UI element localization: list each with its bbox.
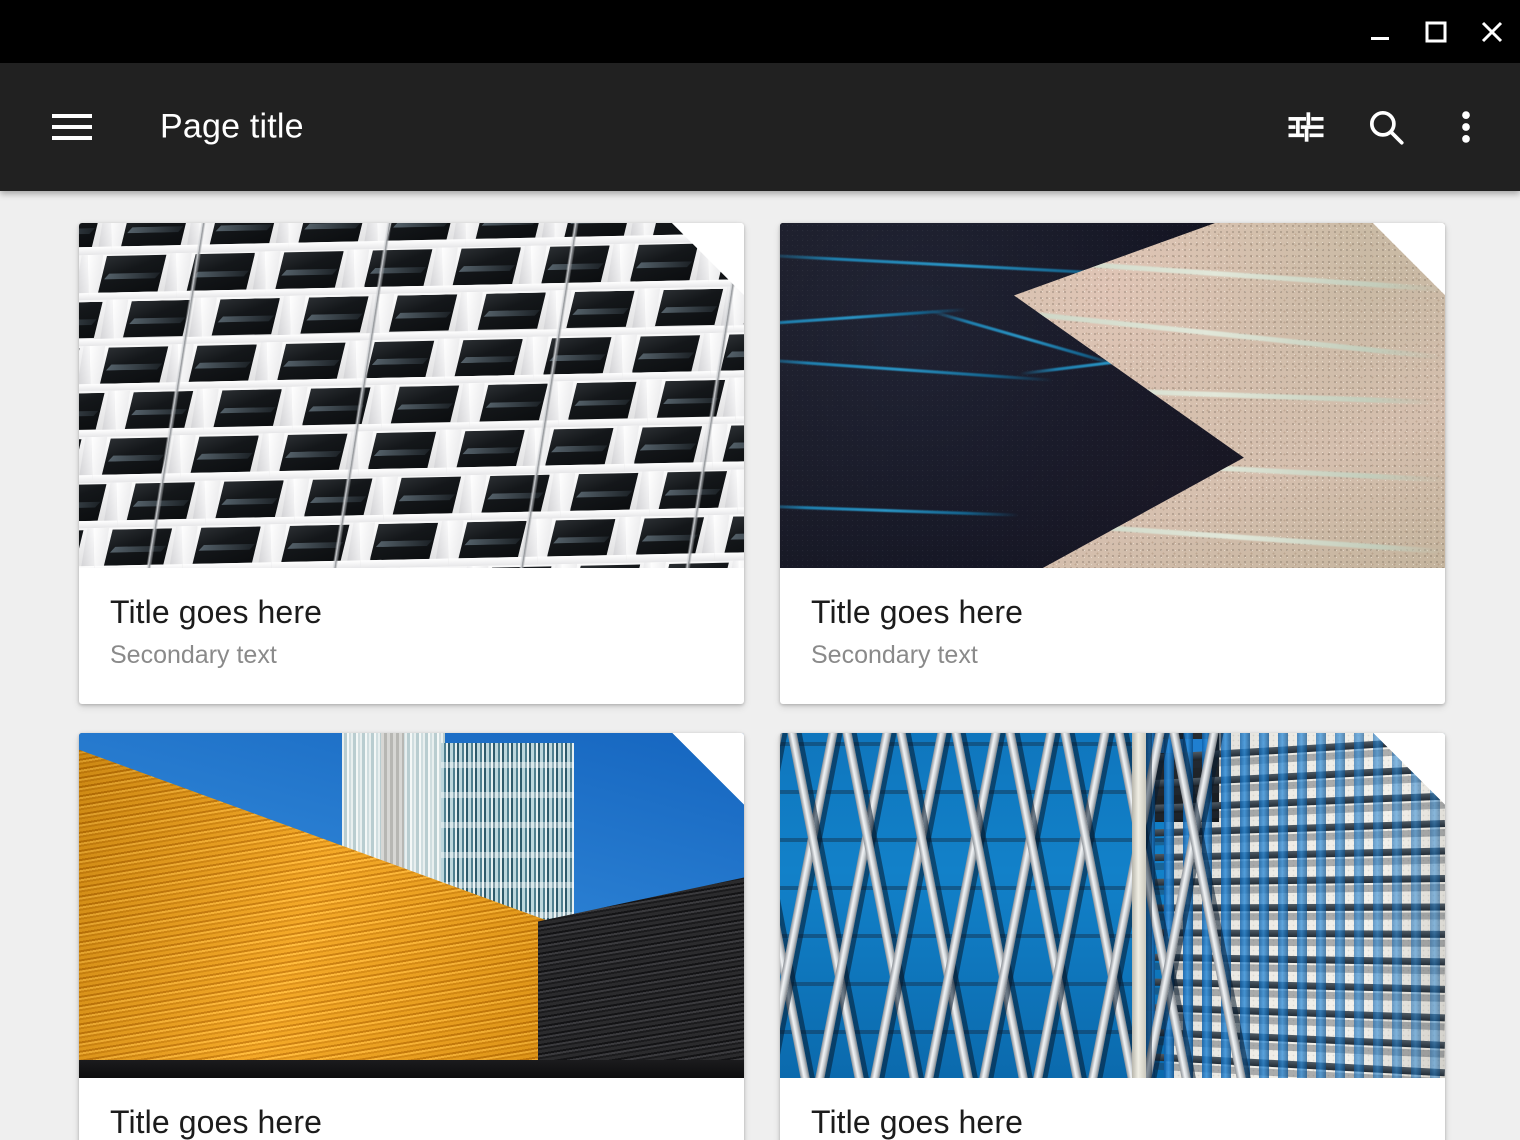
app-bar-actions <box>1280 101 1492 153</box>
hamburger-bar-3 <box>52 136 92 140</box>
card-media <box>79 732 744 1078</box>
card-item[interactable]: Title goes here Secondary text <box>780 732 1445 1140</box>
tune-button[interactable] <box>1280 101 1332 153</box>
tune-icon <box>1288 112 1324 142</box>
overflow-menu-button[interactable] <box>1440 101 1492 153</box>
search-icon <box>1369 110 1404 145</box>
close-icon <box>1481 21 1503 42</box>
hamburger-menu-icon[interactable] <box>52 114 92 140</box>
card-item[interactable]: Title goes here Secondary text <box>79 223 744 704</box>
card-body: Title goes here Secondary text <box>79 568 744 704</box>
orange-building-photo <box>79 732 744 1078</box>
card-title: Title goes here <box>811 594 1023 630</box>
search-button[interactable] <box>1360 101 1412 153</box>
more-vert-icon <box>1462 111 1470 143</box>
black-white-facade-photo <box>79 223 744 568</box>
card-media <box>79 223 744 568</box>
card-grid: Title goes here Secondary text Title goe… <box>79 223 1445 1140</box>
card-item[interactable]: Title goes here Secondary text <box>79 732 744 1140</box>
card-item[interactable]: Title goes here Secondary text <box>780 223 1445 704</box>
app-bar: Page title <box>0 63 1520 191</box>
window-minimize-button[interactable] <box>1352 0 1408 63</box>
hamburger-bar-1 <box>52 114 92 118</box>
card-body: Title goes here Secondary text <box>79 1078 744 1140</box>
page-title: Page title <box>160 107 304 146</box>
card-secondary-text: Secondary text <box>811 640 978 669</box>
card-title: Title goes here <box>811 1103 1023 1140</box>
card-title: Title goes here <box>110 1103 322 1140</box>
card-media <box>780 223 1445 568</box>
window-maximize-button[interactable] <box>1408 0 1464 63</box>
blue-grille-gate-photo <box>780 732 1445 1078</box>
asphalt-concrete-photo <box>780 223 1445 568</box>
card-body: Title goes here Secondary text <box>780 568 1445 704</box>
card-title: Title goes here <box>110 594 322 630</box>
card-media <box>780 732 1445 1078</box>
hamburger-bar-2 <box>52 125 92 129</box>
window-title-bar <box>0 0 1520 63</box>
minimize-icon <box>1371 36 1389 40</box>
content-area: Title goes here Secondary text Title goe… <box>0 191 1520 1140</box>
card-secondary-text: Secondary text <box>110 640 277 669</box>
maximize-icon <box>1425 21 1447 42</box>
window-close-button[interactable] <box>1464 0 1520 63</box>
card-body: Title goes here Secondary text <box>780 1078 1445 1140</box>
